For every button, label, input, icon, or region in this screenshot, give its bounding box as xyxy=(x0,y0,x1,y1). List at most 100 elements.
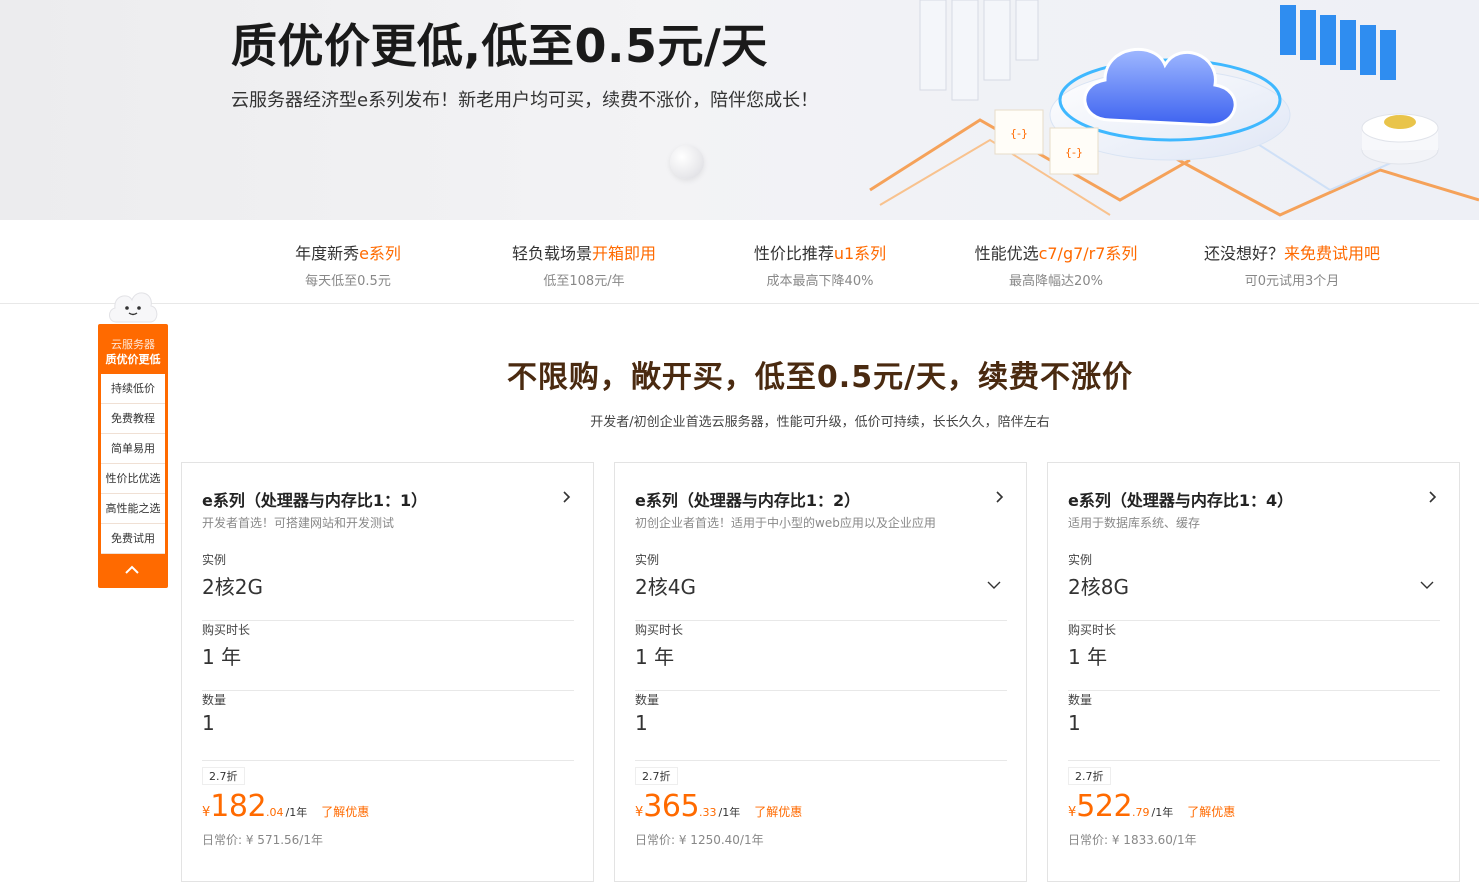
side-nav-panel: 云服务器 质优价更低 持续低价 免费教程 简单易用 性价比优选 高性能之选 免费… xyxy=(98,324,168,588)
nav-tab-light-load[interactable]: 轻负载场景开箱即用 低至108元/年 xyxy=(469,240,699,289)
card-description: 开发者首选！可搭建网站和开发测试 xyxy=(202,516,395,530)
learn-more-link[interactable]: 了解优惠 xyxy=(321,805,369,819)
svg-text:{-}: {-} xyxy=(1010,127,1028,140)
quantity-value: 1 xyxy=(635,711,648,735)
cloud-mascot-icon xyxy=(109,292,158,323)
category-nav: 年度新秀e系列 每天低至0.5元 轻负载场景开箱即用 低至108元/年 性价比推… xyxy=(0,220,1479,304)
quantity-field[interactable]: 数量 1 xyxy=(635,691,1007,761)
product-card-e-1-1: e系列（处理器与内存比1：1） 开发者首选！可搭建网站和开发测试 实例 2核2G… xyxy=(181,462,594,882)
side-nav-heading: 云服务器 xyxy=(111,338,155,351)
quantity-label: 数量 xyxy=(1068,693,1093,707)
duration-value: 1 年 xyxy=(635,645,675,669)
instance-select[interactable]: 实例 2核4G xyxy=(635,551,1007,621)
side-nav-item[interactable]: 性价比优选 xyxy=(101,464,165,494)
quantity-field[interactable]: 数量 1 xyxy=(1068,691,1440,761)
learn-more-link[interactable]: 了解优惠 xyxy=(1187,805,1235,819)
original-price: 日常价: ¥ 1833.60/1年 xyxy=(1068,833,1197,847)
hero-subtitle: 云服务器经济型e系列发布！新老用户均可买，续费不涨价，陪伴您成长！ xyxy=(231,90,819,111)
duration-field[interactable]: 购买时长 1 年 xyxy=(1068,621,1440,691)
discount-badge: 2.7折 xyxy=(202,767,245,785)
product-card-e-1-2: e系列（处理器与内存比1：2） 初创企业者首选！适用于中小型的web应用以及企业… xyxy=(614,462,1027,882)
side-nav-item[interactable]: 高性能之选 xyxy=(101,494,165,524)
chevron-right-icon[interactable] xyxy=(996,491,1004,503)
product-card-e-1-4: e系列（处理器与内存比1：4） 适用于数据库系统、缓存 实例 2核8G 购买时长… xyxy=(1047,462,1460,882)
side-nav-item[interactable]: 持续低价 xyxy=(101,374,165,404)
nav-tab-sub: 每天低至0.5元 xyxy=(305,274,391,289)
instance-value: 2核8G xyxy=(1068,575,1129,599)
section-title: 不限购，敞开买，低至0.5元/天，续费不涨价 xyxy=(506,360,1134,395)
side-nav-subheading: 质优价更低 xyxy=(105,353,161,366)
instance-label: 实例 xyxy=(1068,553,1093,567)
hero-title: 质优价更低,低至0.5元/天 xyxy=(231,19,768,73)
instance-value: 2核4G xyxy=(635,575,696,599)
section-subtitle: 开发者/初创企业首选云服务器，性能可升级，低价可持续，长长久久，陪伴左右 xyxy=(590,415,1050,430)
card-description: 适用于数据库系统、缓存 xyxy=(1068,516,1201,530)
nav-tab-label: 性能优选 xyxy=(974,244,1039,263)
nav-tab-label: 轻负载场景 xyxy=(511,244,592,263)
nav-tab-sub: 低至108元/年 xyxy=(543,274,625,289)
original-price: 日常价: ¥ 571.56/1年 xyxy=(202,833,323,847)
nav-tab-highlight: e系列 xyxy=(359,244,401,263)
learn-more-link[interactable]: 了解优惠 xyxy=(754,805,802,819)
back-to-top-button[interactable] xyxy=(98,554,168,588)
quantity-value: 1 xyxy=(202,711,215,735)
cloud-server-illustration: {-} {-} xyxy=(869,0,1479,217)
chevron-up-icon xyxy=(125,565,139,574)
nav-tab-sub: 最高降幅达20% xyxy=(1009,274,1103,289)
nav-tab-sub: 可0元试用3个月 xyxy=(1244,274,1340,289)
card-title: e系列（处理器与内存比1：2） xyxy=(635,491,861,510)
price: ¥365.33/1年 了解优惠 xyxy=(635,789,802,824)
instance-value: 2核2G xyxy=(202,575,263,599)
instance-field[interactable]: 实例 2核2G xyxy=(202,551,574,621)
discount-badge: 2.7折 xyxy=(635,767,678,785)
price-unit: /1年 xyxy=(1151,806,1174,819)
hero-banner: 质优价更低,低至0.5元/天 云服务器经济型e系列发布！新老用户均可买，续费不涨… xyxy=(0,0,1479,220)
card-title: e系列（处理器与内存比1：4） xyxy=(1068,491,1294,510)
price-unit: /1年 xyxy=(718,806,741,819)
nav-tab-label: 年度新秀 xyxy=(295,244,360,263)
price-integer: 522 xyxy=(1076,789,1133,824)
price-integer: 365 xyxy=(643,789,700,824)
instance-label: 实例 xyxy=(635,553,660,567)
quantity-field[interactable]: 数量 1 xyxy=(202,691,574,761)
price-decimal: .33 xyxy=(699,806,717,819)
card-description: 初创企业者首选！适用于中小型的web应用以及企业应用 xyxy=(635,516,936,530)
decorative-bubble xyxy=(670,145,704,179)
price-integer: 182 xyxy=(210,789,267,824)
quantity-label: 数量 xyxy=(202,693,227,707)
card-title: e系列（处理器与内存比1：1） xyxy=(202,491,428,510)
nav-tab-e-series[interactable]: 年度新秀e系列 每天低至0.5元 xyxy=(233,240,463,289)
price: ¥522.79/1年 了解优惠 xyxy=(1068,789,1235,824)
nav-tab-sub: 成本最高下降40% xyxy=(766,274,874,289)
original-price: 日常价: ¥ 1250.40/1年 xyxy=(635,833,764,847)
duration-field[interactable]: 购买时长 1 年 xyxy=(635,621,1007,691)
instance-select[interactable]: 实例 2核8G xyxy=(1068,551,1440,621)
price-decimal: .79 xyxy=(1132,806,1150,819)
duration-value: 1 年 xyxy=(202,645,242,669)
side-nav-item[interactable]: 免费教程 xyxy=(101,404,165,434)
nav-tab-highlight: c7/g7/r7系列 xyxy=(1038,244,1138,263)
nav-tab-u1-series[interactable]: 性价比推荐u1系列 成本最高下降40% xyxy=(705,240,935,289)
chevron-right-icon[interactable] xyxy=(563,491,571,503)
side-nav-list: 持续低价 免费教程 简单易用 性价比优选 高性能之选 免费试用 xyxy=(101,374,165,554)
duration-label: 购买时长 xyxy=(635,623,684,637)
side-nav-item[interactable]: 简单易用 xyxy=(101,434,165,464)
quantity-value: 1 xyxy=(1068,711,1081,735)
price-unit: /1年 xyxy=(285,806,308,819)
duration-value: 1 年 xyxy=(1068,645,1108,669)
nav-tab-performance[interactable]: 性能优选c7/g7/r7系列 最高降幅达20% xyxy=(941,240,1171,289)
nav-tab-label: 性价比推荐 xyxy=(753,244,834,263)
svg-text:{-}: {-} xyxy=(1065,146,1083,159)
nav-tab-free-trial[interactable]: 还没想好？来免费试用吧 可0元试用3个月 xyxy=(1177,240,1407,289)
quantity-label: 数量 xyxy=(635,693,660,707)
discount-badge: 2.7折 xyxy=(1068,767,1111,785)
duration-field[interactable]: 购买时长 1 年 xyxy=(202,621,574,691)
chevron-down-icon[interactable] xyxy=(1420,581,1434,589)
chevron-right-icon[interactable] xyxy=(1429,491,1437,503)
duration-label: 购买时长 xyxy=(202,623,251,637)
side-nav-item[interactable]: 免费试用 xyxy=(101,524,165,554)
instance-label: 实例 xyxy=(202,553,227,567)
nav-tab-label: 还没想好？ xyxy=(1203,244,1284,263)
chevron-down-icon[interactable] xyxy=(987,581,1001,589)
price: ¥182.04/1年 了解优惠 xyxy=(202,789,369,824)
